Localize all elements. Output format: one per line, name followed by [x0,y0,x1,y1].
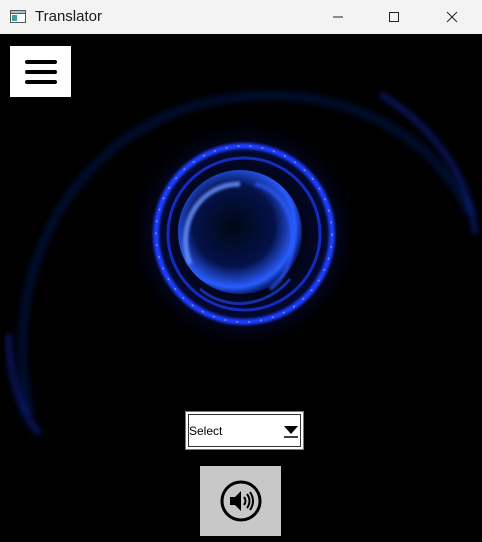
minimize-icon [333,16,343,18]
language-select[interactable]: Select [185,411,304,450]
maximize-icon [389,12,399,22]
app-window-icon [10,10,26,23]
minimize-button[interactable] [315,0,361,34]
menu-button[interactable] [10,46,71,97]
hamburger-menu-icon [24,59,57,84]
window-title: Translator [35,8,102,25]
language-select-value: Select [189,424,223,438]
close-button[interactable] [429,0,475,34]
speaker-icon [220,480,261,522]
maximize-button[interactable] [371,0,417,34]
window-titlebar: Translator [0,0,482,34]
speak-button[interactable] [200,466,281,536]
close-icon [446,11,458,23]
chevron-down-icon [283,422,299,438]
app-client-area: Select [0,34,482,542]
